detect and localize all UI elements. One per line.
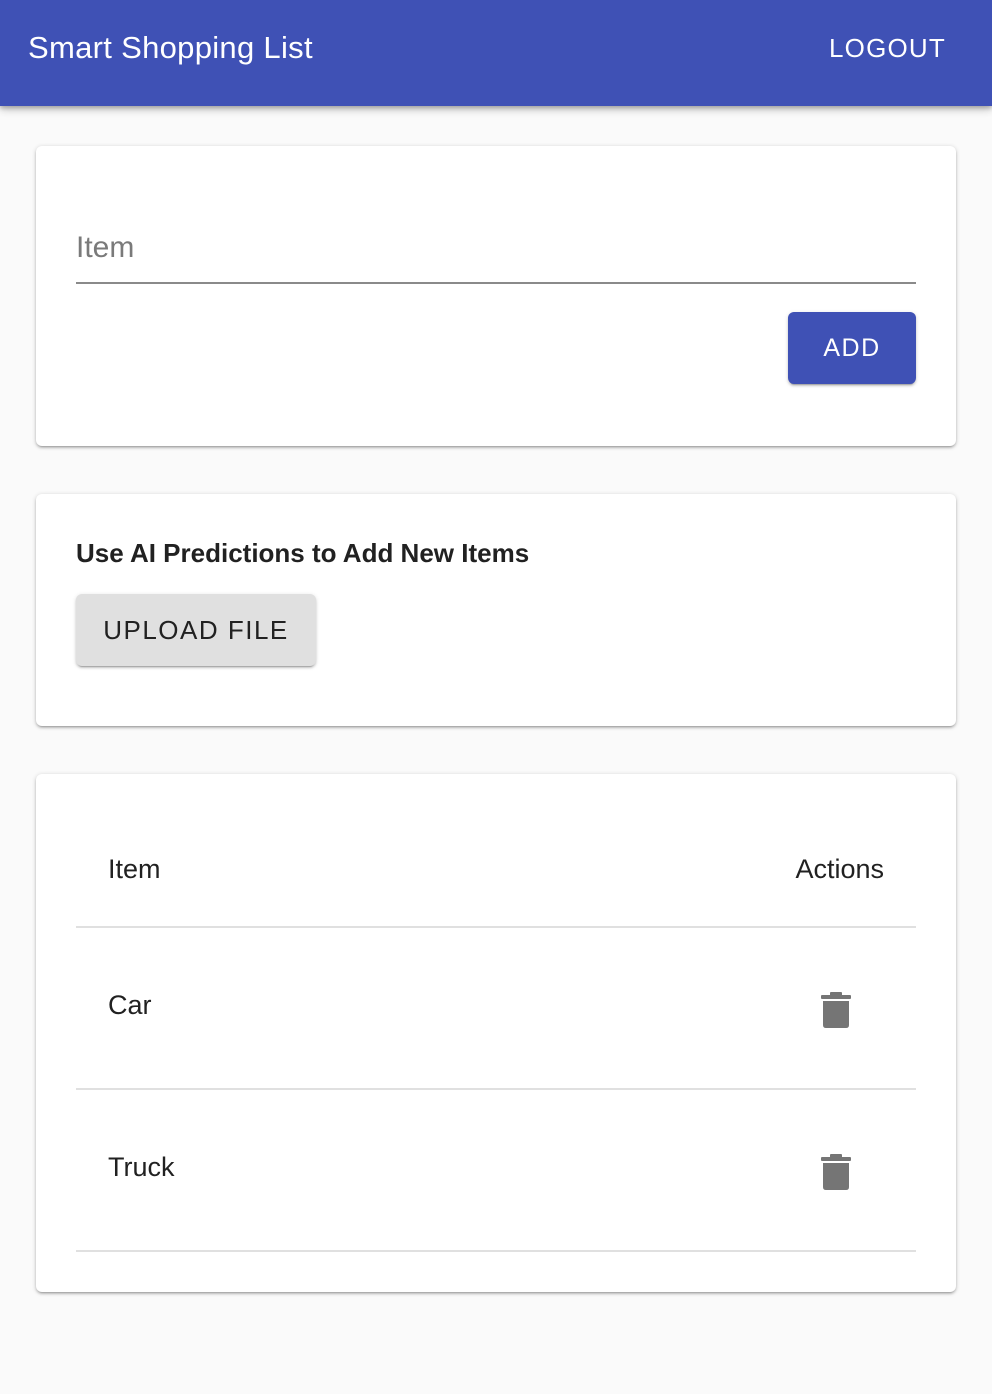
column-header-item: Item — [108, 854, 161, 884]
ai-predictions-title: Use AI Predictions to Add New Items — [76, 538, 530, 568]
item-input[interactable] — [76, 218, 916, 278]
column-header-actions: Actions — [795, 854, 884, 884]
upload-file-button[interactable]: UPLOAD FILE — [76, 594, 316, 666]
item-field — [76, 218, 916, 284]
app-bar: Smart Shopping List LOGOUT — [0, 0, 992, 106]
trash-icon — [821, 1154, 851, 1190]
trash-icon — [821, 992, 851, 1028]
items-table-card: Item Actions Car Truck — [36, 774, 956, 1292]
app-title: Smart Shopping List — [28, 30, 313, 65]
delete-button[interactable] — [808, 1144, 864, 1200]
ai-predictions-card: Use AI Predictions to Add New Items UPLO… — [36, 494, 956, 726]
item-name: Car — [108, 990, 152, 1020]
delete-button[interactable] — [808, 982, 864, 1038]
logout-button[interactable]: LOGOUT — [811, 25, 964, 72]
add-item-card: ADD — [36, 146, 956, 446]
items-table: Item Actions Car Truck — [76, 814, 916, 1252]
add-button[interactable]: ADD — [788, 312, 916, 384]
table-row: Truck — [76, 1090, 916, 1252]
table-row: Car — [76, 928, 916, 1090]
item-name: Truck — [108, 1152, 175, 1182]
table-header: Item Actions — [76, 814, 916, 928]
